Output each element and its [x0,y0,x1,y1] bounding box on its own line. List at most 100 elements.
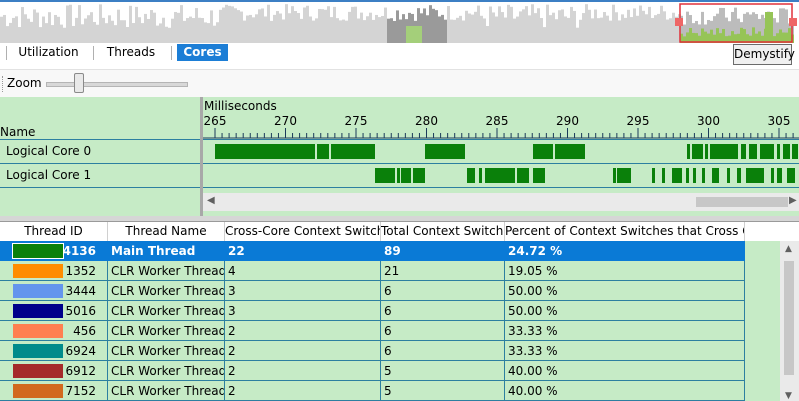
table-row[interactable]: 6924 CLR Worker Thread 2 6 33.33 % [0,341,745,361]
core-activity-segment[interactable] [317,144,329,159]
core-activity-segment[interactable] [397,168,400,183]
table-scroll-thumb[interactable] [784,261,794,375]
overview-utilization-bar [660,5,663,43]
core-row-1[interactable]: Logical Core 1 [0,164,799,188]
overview-utilization-bar [612,4,615,43]
tab-cores[interactable]: Cores [177,44,228,61]
core-activity-segment[interactable] [777,168,782,183]
core-activity-segment[interactable] [702,168,705,183]
thread-name-cell: Main Thread [108,241,225,261]
thread-name-cell: CLR Worker Thread [108,261,225,281]
core-activity-segment[interactable] [533,168,545,183]
core-activity-segment[interactable] [746,168,764,183]
overview-utilization-bar [327,6,330,43]
core-activity-segment[interactable] [331,144,375,159]
overview-utilization-bar [387,18,390,43]
core-activity-segment[interactable] [710,144,738,159]
tab-utilization[interactable]: Utilization [12,44,85,61]
table-row[interactable]: 456 CLR Worker Thread 2 6 33.33 % [0,321,745,341]
core-activity-segment[interactable] [692,144,703,159]
column-header-percent[interactable]: Percent of Context Switches that Cross C… [505,222,745,241]
core-activity-segment[interactable] [693,168,696,183]
utilization-overview[interactable] [0,0,799,43]
core-activity-segment[interactable] [741,144,746,159]
tab-separator [93,46,94,60]
core-activity-segment[interactable] [652,168,655,183]
thread-name-cell: CLR Worker Thread [108,301,225,321]
overview-utilization-bar [597,18,600,43]
table-row[interactable]: 7152 CLR Worker Thread 2 5 40.00 % [0,381,745,401]
thread-id-cell: 4136 [0,241,108,261]
overview-graph [0,3,799,43]
core-activity-segment[interactable] [771,168,774,183]
table-vertical-scrollbar[interactable]: ▲ ▼ [780,241,799,401]
core-activity-segment[interactable] [375,168,395,183]
core-activity-segment[interactable] [686,168,689,183]
scroll-up-icon[interactable]: ▲ [785,244,792,254]
overview-utilization-bar [636,15,639,43]
table-row[interactable]: 1352 CLR Worker Thread 4 21 19.05 % [0,261,745,281]
core-activity-segment[interactable] [533,144,553,159]
core-activity-segment[interactable] [413,168,425,183]
overview-utilization-bar [51,25,54,43]
zoom-slider-track[interactable] [46,82,188,87]
core-activity-segment[interactable] [479,168,482,183]
overview-utilization-bar [621,14,624,43]
core-activity-segment[interactable] [787,168,795,183]
core-activity-segment[interactable] [617,168,631,183]
tab-threads[interactable]: Threads [100,44,162,61]
overview-utilization-bar [465,10,468,43]
zoom-slider-thumb[interactable] [74,73,84,93]
overview-utilization-bar [39,27,42,43]
scroll-left-icon[interactable]: ◀ [207,195,215,206]
core-activity-segment[interactable] [672,168,682,183]
core-activity-segment[interactable] [401,168,411,183]
core-activity-segment[interactable] [485,168,515,183]
core-activity-segment[interactable] [662,168,665,183]
overview-utilization-bar [345,20,348,43]
core-activity-segment[interactable] [425,144,465,159]
core-activity-segment[interactable] [749,144,757,159]
cross-core-cell: 4 [225,261,381,281]
timeline-horizontal-scrollbar[interactable]: ◀ ▶ [203,193,799,211]
table-row[interactable]: 5016 CLR Worker Thread 3 6 50.00 % [0,301,745,321]
core-activity-segment[interactable] [555,144,585,159]
column-header-thread-name[interactable]: Thread Name [108,222,225,241]
overview-utilization-bar [21,7,24,43]
overview-utilization-bar [522,9,525,43]
overview-utilization-bar [669,18,672,43]
core-activity-segment[interactable] [215,144,315,159]
table-row[interactable]: 6912 CLR Worker Thread 2 5 40.00 % [0,361,745,381]
timeline-scroll-thumb[interactable] [696,197,788,207]
core-activity-segment[interactable] [727,168,730,183]
overview-utilization-bar [716,28,719,43]
table-row[interactable]: 4136 Main Thread 22 89 24.72 % [0,241,745,261]
scroll-down-icon[interactable]: ▼ [785,391,792,401]
column-header-thread-id[interactable]: Thread ID [0,222,108,241]
core-activity-segment[interactable] [777,144,780,159]
overview-utilization-bar [372,19,375,43]
core-activity-segment[interactable] [613,168,616,183]
core-activity-segment[interactable] [737,168,741,183]
core-activity-segment[interactable] [760,144,774,159]
column-header-cross-core[interactable]: Cross-Core Context Switches [225,222,381,241]
core-activity-segment[interactable] [792,144,798,159]
thread-table: Thread ID Thread Name Cross-Core Context… [0,222,799,401]
core-row-0[interactable]: Logical Core 0 [0,140,799,164]
scroll-right-icon[interactable]: ▶ [789,195,797,206]
core-activity-segment[interactable] [687,144,690,159]
table-row[interactable]: 3444 CLR Worker Thread 3 6 50.00 % [0,281,745,301]
toolbar-grip[interactable] [2,76,5,92]
column-header-total-switches[interactable]: Total Context Switches [381,222,505,241]
overview-utilization-bar [357,18,360,43]
core-activity-segment[interactable] [705,144,708,159]
thread-id-cell: 3444 [0,281,108,301]
demystify-button[interactable]: Demystify [733,44,795,65]
core-activity-segment[interactable] [467,168,475,183]
overview-utilization-bar [126,27,129,43]
core-activity-segment[interactable] [783,144,790,159]
overview-utilization-bar [492,12,495,43]
overview-utilization-bar [318,8,321,43]
core-activity-segment[interactable] [517,168,529,183]
core-activity-segment[interactable] [712,168,719,183]
